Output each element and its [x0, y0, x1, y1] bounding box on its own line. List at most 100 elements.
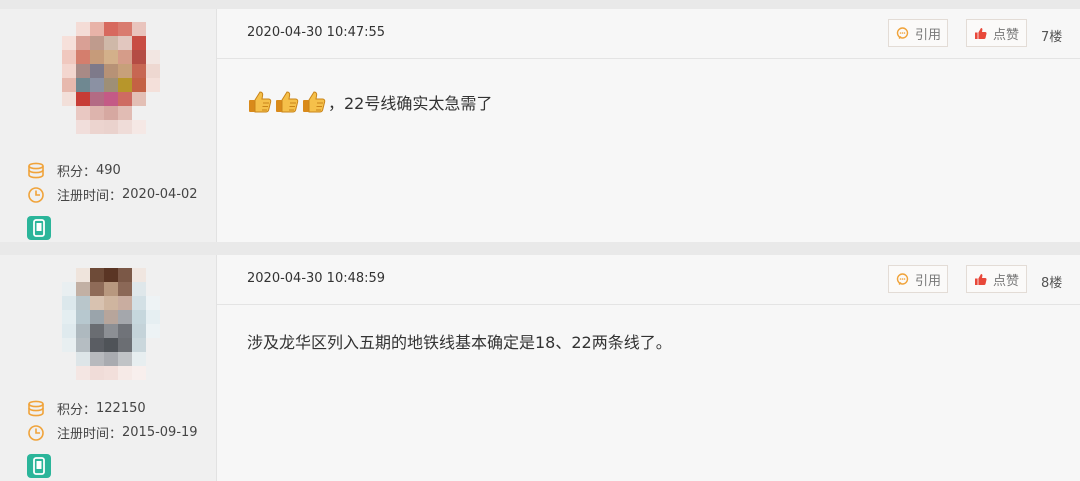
avatar-pixel — [76, 296, 90, 310]
avatar-pixel — [76, 78, 90, 92]
user-panel: 积分： 490 注册时间： 2020-04-02 — [0, 9, 217, 242]
avatar-pixel — [104, 268, 118, 282]
avatar-pixel — [90, 366, 104, 380]
avatar-pixel — [62, 324, 76, 338]
avatar-pixel — [76, 106, 90, 120]
avatar-pixel — [104, 120, 118, 134]
avatar-pixel — [104, 50, 118, 64]
points-row: 积分： 122150 — [27, 399, 146, 418]
avatar-pixel — [76, 92, 90, 106]
like-label: 点赞 — [993, 27, 1020, 43]
avatar-pixel — [118, 324, 132, 338]
reg-row: 注册时间： 2020-04-02 — [27, 185, 198, 204]
avatar-pixel — [104, 366, 118, 380]
post-time: 2020-04-30 10:47:55 — [247, 25, 386, 40]
avatar-pixel — [90, 64, 104, 78]
avatar-pixel — [90, 268, 104, 282]
avatar-pixel — [104, 310, 118, 324]
like-button[interactable]: 点赞 — [966, 19, 1027, 47]
avatar-pixel — [118, 282, 132, 296]
avatar-pixel — [62, 296, 76, 310]
avatar-pixel — [132, 268, 146, 282]
avatar-pixel — [104, 324, 118, 338]
avatar-pixel — [90, 50, 104, 64]
avatar-pixel — [118, 64, 132, 78]
points-value: 122150 — [96, 401, 146, 416]
avatar-pixel — [132, 64, 146, 78]
avatar-pixel — [62, 338, 76, 352]
avatar-pixel — [132, 296, 146, 310]
avatar-pixel — [104, 64, 118, 78]
avatar-pixel — [104, 352, 118, 366]
avatar-pixel — [90, 282, 104, 296]
post-content: 涉及龙华区列入五期的地铁线基本确定是18、22两条线了。 — [247, 329, 672, 353]
avatar-pixel — [104, 36, 118, 50]
avatar-pixel — [62, 78, 76, 92]
reg-label: 注册时间： — [57, 189, 123, 204]
avatar-pixel — [146, 78, 160, 92]
mobile-device-icon — [27, 454, 51, 478]
avatar-pixel — [118, 50, 132, 64]
top-gap — [0, 0, 1080, 9]
avatar-pixel — [132, 310, 146, 324]
avatar-pixel — [118, 338, 132, 352]
clock-icon — [28, 186, 44, 203]
avatar-pixel — [76, 310, 90, 324]
avatar-pixel — [76, 120, 90, 134]
avatar-pixel — [146, 64, 160, 78]
quote-label: 引用 — [915, 27, 942, 43]
post-body: 2020-04-30 10:47:55 引用 点赞 7楼 ，22号线确实太急需了 — [217, 9, 1080, 242]
floor-number: 8楼 — [1041, 276, 1063, 291]
post-floor-7: 积分： 490 注册时间： 2020-04-02 2020-04-30 10:4… — [0, 9, 1080, 242]
avatar-pixel — [76, 64, 90, 78]
avatar-pixel — [62, 282, 76, 296]
avatar-pixel — [104, 92, 118, 106]
reg-row: 注册时间： 2015-09-19 — [27, 423, 198, 442]
clock-icon — [28, 424, 44, 441]
avatar-pixel — [90, 120, 104, 134]
avatar-pixel — [132, 366, 146, 380]
avatar-pixel — [62, 92, 76, 106]
avatar-pixel — [62, 310, 76, 324]
post-header: 2020-04-30 10:48:59 引用 点赞 8楼 — [217, 255, 1080, 305]
avatar-pixel — [132, 120, 146, 134]
avatar-pixel — [90, 78, 104, 92]
thumbs-up-icon — [975, 27, 987, 39]
avatar-pixel — [90, 296, 104, 310]
points-label: 积分： — [57, 403, 97, 418]
coins-icon — [28, 162, 44, 178]
avatar-pixel — [132, 50, 146, 64]
avatar-pixel — [76, 50, 90, 64]
avatar[interactable] — [62, 22, 160, 144]
like-button[interactable]: 点赞 — [966, 265, 1027, 293]
quote-icon — [896, 26, 909, 39]
avatar-pixel — [118, 22, 132, 36]
thumbs-up-emoji-icon — [249, 91, 272, 113]
avatar-pixel — [76, 352, 90, 366]
points-row: 积分： 490 — [27, 161, 121, 180]
avatar-pixel — [132, 352, 146, 366]
avatar-pixel — [146, 296, 160, 310]
avatar-pixel — [118, 296, 132, 310]
avatar-pixel — [62, 36, 76, 50]
avatar-pixel — [104, 338, 118, 352]
quote-label: 引用 — [915, 273, 942, 289]
quote-button[interactable]: 引用 — [888, 265, 948, 293]
post-header: 2020-04-30 10:47:55 引用 点赞 7楼 — [217, 9, 1080, 59]
avatar-pixel — [132, 92, 146, 106]
floor-number: 7楼 — [1041, 30, 1063, 45]
avatar-pixel — [90, 36, 104, 50]
avatar[interactable] — [62, 268, 160, 390]
avatar-pixel — [76, 268, 90, 282]
coins-icon — [28, 400, 44, 416]
post-text: 涉及龙华区列入五期的地铁线基本确定是18、22两条线了。 — [247, 333, 672, 352]
avatar-pixel — [132, 282, 146, 296]
avatar-pixel — [76, 366, 90, 380]
avatar-pixel — [76, 338, 90, 352]
like-label: 点赞 — [993, 273, 1020, 289]
quote-button[interactable]: 引用 — [888, 19, 948, 47]
avatar-pixel — [90, 324, 104, 338]
avatar-pixel — [104, 106, 118, 120]
avatar-pixel — [132, 36, 146, 50]
avatar-pixel — [132, 78, 146, 92]
